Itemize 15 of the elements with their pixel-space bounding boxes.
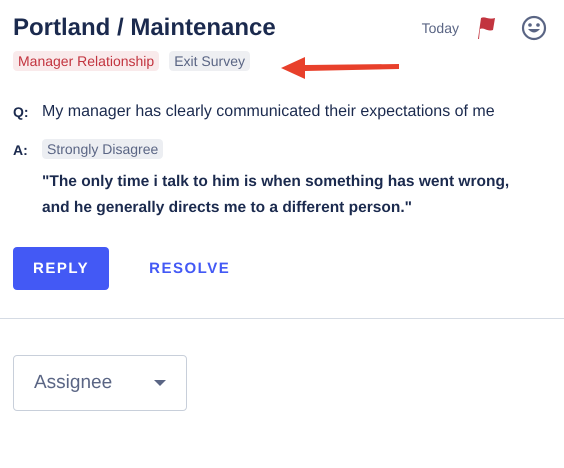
question-text: My manager has clearly communicated their expectations of me [42,102,495,122]
caret-icon [154,380,166,386]
rating-tag: Strongly Disagree [42,139,164,159]
tag: Exit Survey [169,51,250,71]
answer-comment: "The only time i talk to him is when something has went wrong, and he generally directs me to a different person." [42,172,510,218]
flag-icon[interactable] [475,16,497,40]
tag: Manager Relationship [13,51,160,71]
assignee-dropdown[interactable]: Assignee [13,355,187,411]
question-prefix: Q: [13,103,29,122]
reply-button[interactable]: REPLY [13,247,110,290]
resolve-button[interactable]: RESOLVE [129,247,250,290]
smiley-icon[interactable] [521,15,547,41]
date-label: Today [422,20,459,36]
answer-prefix: A: [13,141,29,160]
page-title: Portland / Maintenance [13,14,277,42]
